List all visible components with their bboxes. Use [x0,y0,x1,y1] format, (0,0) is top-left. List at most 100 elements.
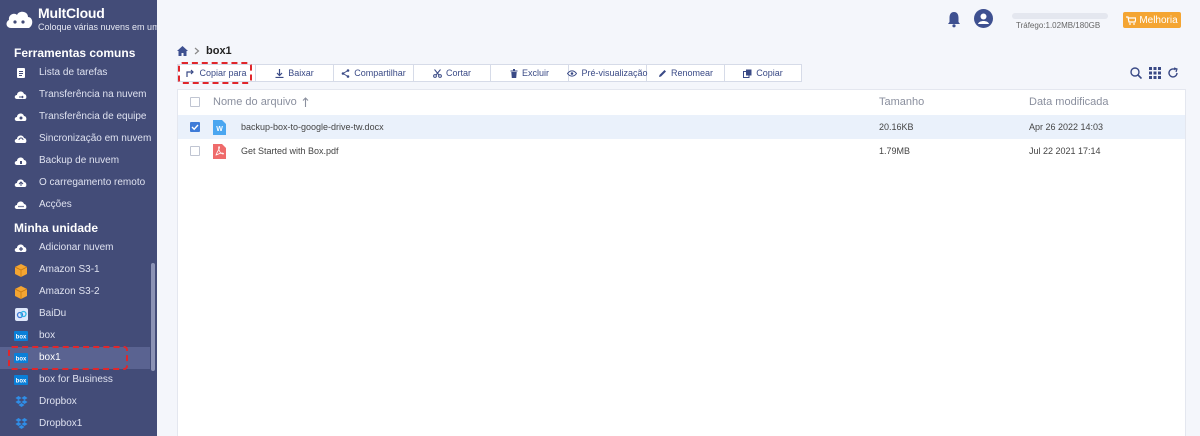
sidebar-item-task-list[interactable]: Lista de tarefas [0,62,150,84]
sidebar-item-label: BaiDu [39,308,67,319]
file-toolbar: Copiar para Baixar Compartilhar Cortar E… [177,64,802,82]
user-icon [978,13,989,24]
file-list-header: Nome do arquivo Tamanho Data modificada [178,90,1185,114]
sidebar-item-dropbox1[interactable]: Dropbox1 [0,413,150,435]
box-icon: box [14,373,28,387]
logo-name: MultCloud [38,5,105,21]
pencil-icon [658,69,666,77]
sidebar-item-amazon-s3-1[interactable]: Amazon S3-1 [0,259,150,281]
sidebar: MultCloud Coloque várias nuvens em uma F… [0,0,157,436]
sidebar-item-cloud-transfer[interactable]: Transferência na nuvem [0,84,150,106]
actions-icon [14,198,28,212]
row-checkbox[interactable] [190,122,200,132]
sidebar-item-cloud-sync[interactable]: Sincronização em nuvem [0,128,152,150]
cloud-transfer-icon [14,88,28,102]
sidebar-item-label: box [39,330,56,341]
dropbox-icon [14,395,28,409]
cart-icon [1126,15,1137,25]
copy-button[interactable]: Copiar [725,65,801,81]
file-size: 1.79MB [879,146,911,156]
chevron-right-icon [194,47,200,55]
cut-button[interactable]: Cortar [414,65,491,81]
sidebar-item-label: box for Business [39,374,113,385]
sidebar-item-label: O carregamento remoto [39,177,146,188]
sidebar-item-add-cloud[interactable]: Adicionar nuvem [0,237,150,259]
file-date: Jul 22 2021 17:14 [1029,146,1101,156]
team-transfer-icon [14,110,28,124]
scissors-icon [433,68,442,78]
sidebar-item-label: Sincronização em nuvem [39,133,152,144]
breadcrumb: box1 [177,45,232,57]
sidebar-item-baidu[interactable]: BaiDu [0,303,150,325]
table-row[interactable]: W backup-box-to-google-drive-tw.docx 20.… [178,115,1185,139]
traffic-text: Tráfego:1.02MB/180GB [1016,21,1101,30]
logo-tagline: Coloque várias nuvens em uma [38,22,157,32]
bell-icon[interactable] [945,10,963,28]
file-list: Nome do arquivo Tamanho Data modificada … [177,89,1186,436]
sidebar-item-label: Acções [39,199,72,210]
sidebar-item-box[interactable]: box box [0,325,150,347]
table-row[interactable]: Get Started with Box.pdf 1.79MB Jul 22 2… [178,139,1185,163]
add-cloud-icon [14,241,28,255]
svg-text:W: W [216,126,223,133]
cloud-backup-icon [14,154,28,168]
row-checkbox[interactable] [190,146,200,156]
preview-button[interactable]: Pré-visualização [567,65,648,81]
file-name[interactable]: Get Started with Box.pdf [241,146,339,156]
sidebar-item-actions[interactable]: Acções [0,194,150,216]
home-icon[interactable] [177,46,188,56]
refresh-icon[interactable] [1167,67,1179,79]
task-list-icon [14,66,28,80]
file-size: 20.16KB [879,122,914,132]
sidebar-item-label: Amazon S3-2 [39,286,100,297]
column-header-name[interactable]: Nome do arquivo [213,96,309,108]
sidebar-item-label: Transferência na nuvem [39,89,147,100]
sidebar-item-box-for-business[interactable]: box box for Business [0,369,150,391]
amazon-s3-icon [14,263,28,277]
amazon-s3-icon [14,285,28,299]
dropbox-icon [14,417,28,431]
column-header-name-label: Nome do arquivo [213,96,297,108]
traffic-progress-bar [1012,13,1108,19]
select-all-checkbox[interactable] [190,97,200,107]
upgrade-label: Melhoria [1139,14,1178,26]
breadcrumb-current[interactable]: box1 [206,45,232,57]
baidu-icon [14,307,28,321]
trash-icon [510,68,518,78]
remote-upload-icon [14,176,28,190]
column-header-size[interactable]: Tamanho [879,96,924,108]
sidebar-item-label: Dropbox1 [39,418,83,429]
share-button[interactable]: Compartilhar [334,65,414,81]
file-name[interactable]: backup-box-to-google-drive-tw.docx [241,122,384,132]
svg-text:box: box [16,335,27,341]
highlight-annotation [178,62,252,84]
delete-button[interactable]: Excluir [491,65,569,81]
column-header-date[interactable]: Data modificada [1029,96,1109,108]
rename-button[interactable]: Renomear [647,65,725,81]
search-icon[interactable] [1130,67,1142,79]
sidebar-scrollbar[interactable] [151,263,155,371]
pdf-file-icon [213,144,226,159]
upgrade-button[interactable]: Melhoria [1123,12,1181,28]
sidebar-item-dropbox[interactable]: Dropbox [0,391,150,413]
multcloud-logo-icon [6,11,33,28]
sidebar-item-label: Lista de tarefas [39,67,108,78]
checkmark-icon [191,124,199,131]
sidebar-item-team-transfer[interactable]: Transferência de equipe [0,106,150,128]
copy-label: Copiar [756,68,783,78]
rename-label: Renomear [670,68,714,78]
eye-icon [567,69,578,77]
download-button[interactable]: Baixar [256,65,334,81]
sidebar-item-cloud-backup[interactable]: Backup de nuvem [0,150,150,172]
sidebar-item-label: Backup de nuvem [39,155,120,166]
grid-view-icon[interactable] [1149,67,1161,79]
sidebar-item-amazon-s3-2[interactable]: Amazon S3-2 [0,281,150,303]
avatar[interactable] [974,9,993,28]
svg-text:box: box [16,379,27,385]
download-icon [275,68,284,78]
download-label: Baixar [288,68,314,78]
sidebar-item-label: Adicionar nuvem [39,242,114,253]
logo[interactable]: MultCloud Coloque várias nuvens em uma [0,0,157,40]
sidebar-item-remote-upload[interactable]: O carregamento remoto [0,172,150,194]
file-date: Apr 26 2022 14:03 [1029,122,1104,132]
